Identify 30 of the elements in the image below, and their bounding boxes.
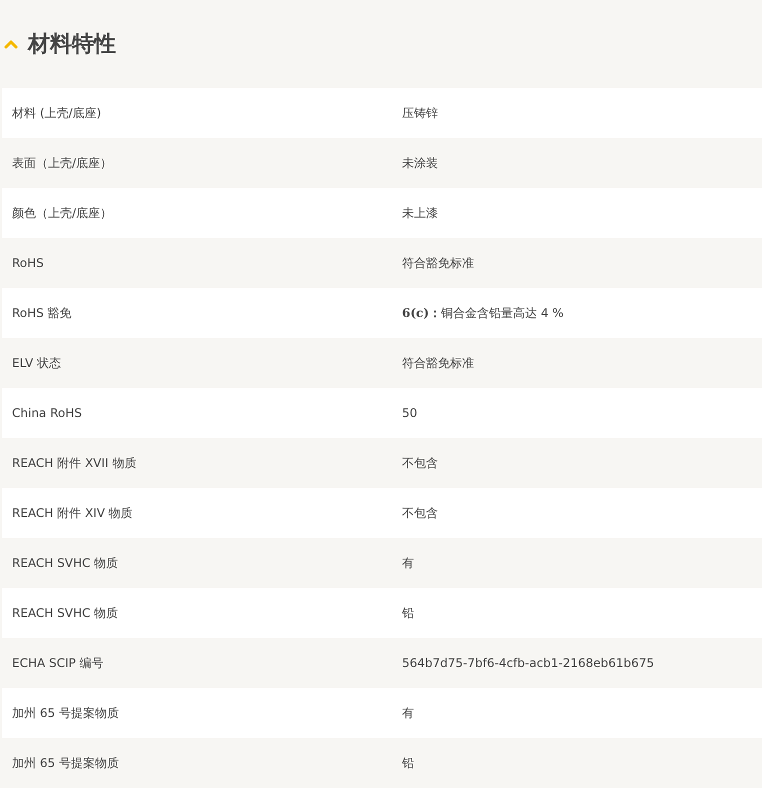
property-label: ECHA SCIP 编号 [11, 654, 104, 672]
property-value: 铅 [401, 604, 414, 622]
property-value: 不包含 [401, 454, 438, 472]
property-label: REACH SVHC 物质 [11, 604, 118, 622]
property-value: 符合豁免标准 [401, 354, 474, 372]
property-value: 有 [401, 554, 414, 572]
property-label: 表面（上壳/底座） [11, 154, 112, 172]
property-label: ELV 状态 [11, 354, 61, 372]
caret-icon[interactable] [4, 39, 18, 49]
property-value: 符合豁免标准 [401, 254, 474, 272]
property-label: REACH SVHC 物质 [11, 554, 118, 572]
property-value: 压铸锌 [401, 104, 438, 122]
property-value: 铅 [401, 754, 414, 772]
property-label: 材料 (上壳/底座) [11, 104, 102, 122]
property-label: REACH 附件 XVII 物质 [11, 454, 136, 472]
property-label: RoHS 豁免 [11, 304, 72, 322]
property-label: 颜色（上壳/底座） [11, 204, 112, 222]
property-value: 50 [401, 406, 418, 420]
property-label: China RoHS [11, 406, 82, 420]
property-value: 有 [401, 704, 414, 722]
property-value: 未上漆 [401, 204, 438, 222]
property-label: RoHS [11, 256, 44, 270]
property-label: 加州 65 号提案物质 [11, 704, 119, 722]
section-title: 材料特性 [28, 31, 116, 59]
property-label: 加州 65 号提案物质 [11, 754, 119, 772]
property-value: 未涂装 [401, 154, 438, 172]
property-value: 不包含 [401, 504, 438, 522]
property-label: REACH 附件 XIV 物质 [11, 504, 133, 522]
property-value: 564b7d75-7bf6-4cfb-acb1-2168eb61b675 [401, 656, 654, 670]
property-value: 6(c)：铜合金含铅量高达 4 % [401, 304, 564, 322]
